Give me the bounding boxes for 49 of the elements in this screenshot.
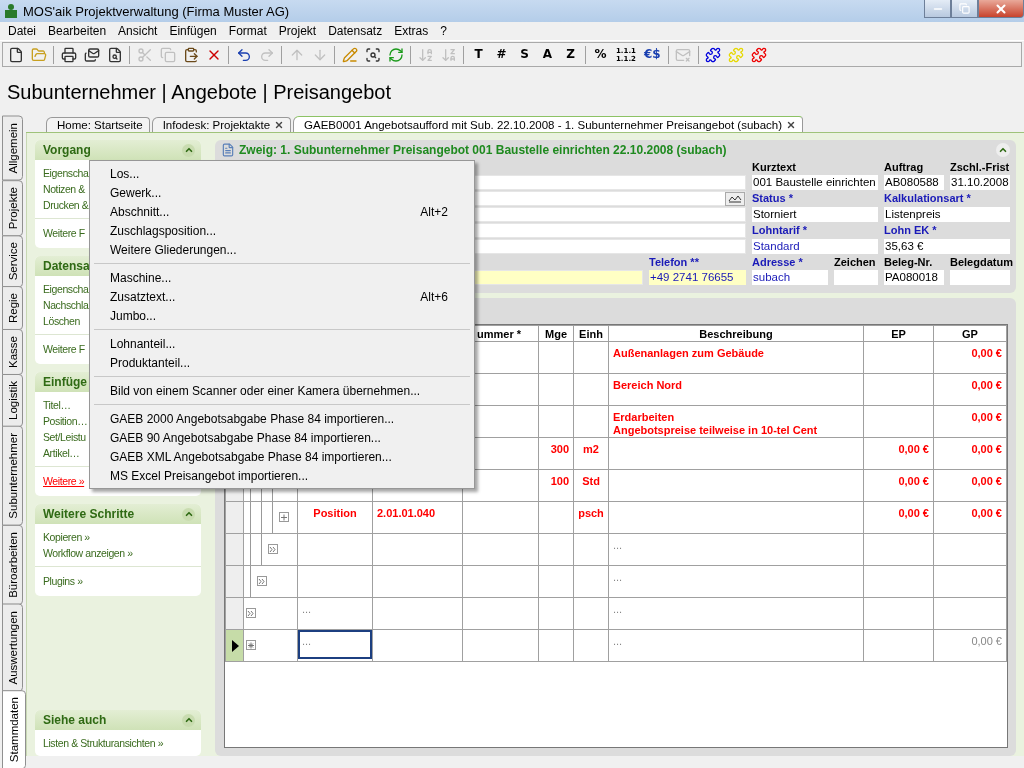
table-cell: Erdarbeiten Angebotspreise teilweise in 10-tel Cent (608, 405, 864, 438)
field-label: Lohntarif * (752, 223, 808, 238)
table-cell: 0,00 € (933, 437, 1007, 470)
panel-title: Datensa (43, 259, 90, 273)
panel-title: Vorgang (43, 143, 91, 157)
column-header: Beschreibung (608, 325, 864, 342)
column-header: Mge (538, 325, 574, 342)
table-cell: m2 (573, 437, 609, 470)
field-label: Beleg-Nr. (884, 255, 934, 269)
panel-title: Siehe auch (43, 713, 107, 727)
table-cell: 0,00 € (863, 469, 934, 502)
table-cell: Außenanlagen zum Gebäude (608, 341, 864, 374)
table-cell: 0,00 € (933, 469, 1007, 502)
table-cell: 0,00 € (933, 373, 1007, 406)
table-cell: 300 (538, 437, 574, 470)
table-cell: ... (608, 629, 864, 662)
table-cell: 0,00 € (933, 629, 1007, 662)
table-cell: Std (573, 469, 609, 502)
column-header: EP (863, 325, 934, 342)
table-cell: ... (297, 597, 373, 630)
table-cell: Bereich Nord (608, 373, 864, 406)
table-cell: 0,00 € (933, 501, 1007, 534)
column-header: Einh (573, 325, 609, 342)
field-label: Zeichen (834, 255, 877, 269)
field-label: Kalkulationsart * (884, 191, 972, 206)
table-cell: ... (608, 533, 864, 566)
field-label: Status * (752, 191, 794, 206)
table-cell: Position (297, 501, 373, 534)
table-cell: ... (608, 565, 864, 598)
field-label: Auftrag (884, 160, 925, 174)
table-cell: ... (608, 597, 864, 630)
field-label: Telefon ** (649, 255, 700, 269)
column-header: GP (933, 325, 1007, 342)
table-cell: 0,00 € (933, 405, 1007, 438)
table-cell: psch (573, 501, 609, 534)
field-label: Adresse * (752, 255, 804, 269)
table-cell: 100 (538, 469, 574, 502)
panel-title: Zweig: 1. Subunternehmer Preisangebot 001 Baustelle einrichten 22.10.2008 (subach) (239, 142, 727, 157)
panel-title: Einfüge (43, 375, 87, 389)
panel-title: Weitere Schritte (43, 507, 135, 521)
table-cell: 0,00 € (863, 501, 934, 534)
table-cell: 2.01.01.040 (372, 501, 463, 534)
field-label: Lohn EK * (884, 223, 938, 238)
field-label: Kurztext (752, 160, 797, 174)
field-label: Zschl.-Frist (950, 160, 1010, 174)
window-title: MOS'aik Projektverwaltung (Firma Muster AG) (23, 3, 290, 19)
table-cell: 0,00 € (933, 341, 1007, 374)
page-title: Subunternehmer | Angebote | Preisangebot (7, 80, 391, 104)
table-cell: 0,00 € (863, 437, 934, 470)
